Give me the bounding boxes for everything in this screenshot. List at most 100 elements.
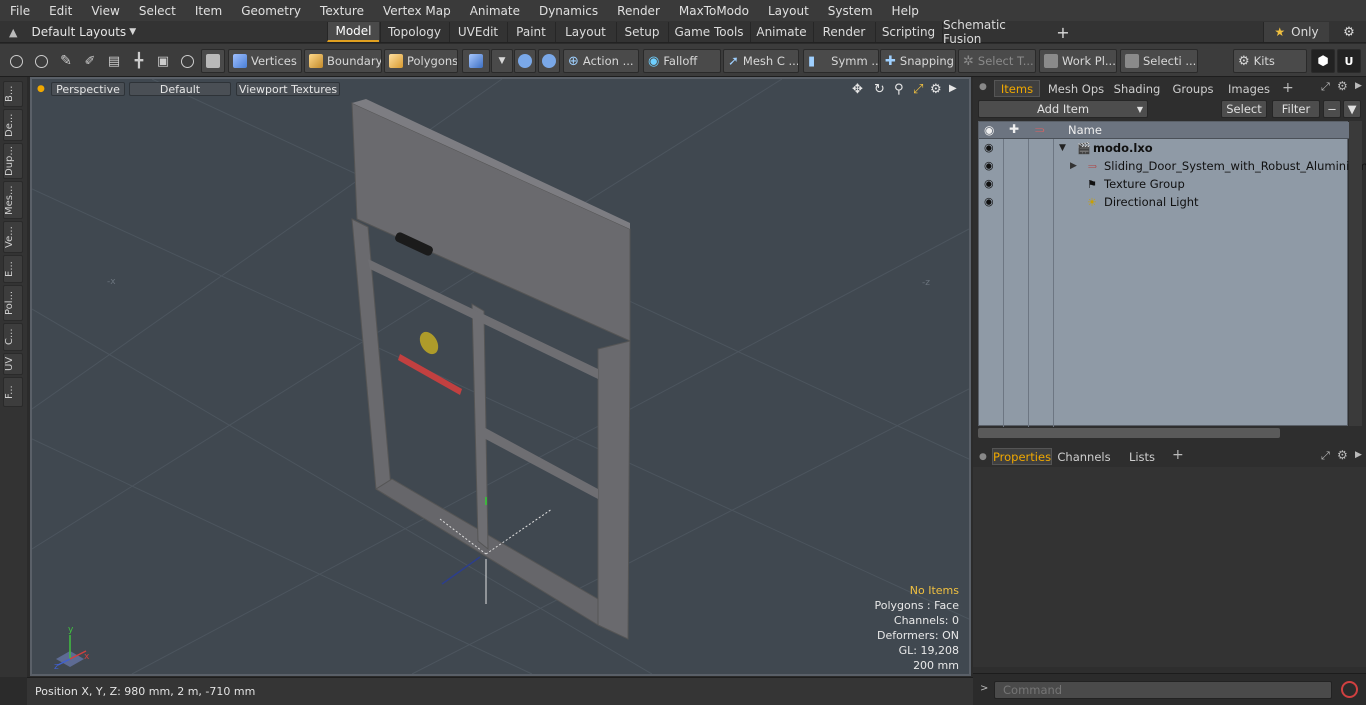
properties-gear-icon[interactable]: ⚙ (1337, 448, 1348, 462)
panel-gear-icon[interactable]: ⚙ (1337, 79, 1348, 93)
globe-icon[interactable] (30, 49, 52, 73)
boundary-button[interactable]: Boundary (304, 49, 382, 73)
horizontal-scrollbar[interactable] (978, 428, 1280, 438)
funnel-icon[interactable]: ▼ (1343, 100, 1361, 118)
view-textures-dropdown[interactable]: Viewport Textures (236, 82, 340, 96)
tab-model[interactable]: Model (327, 22, 379, 42)
brush-icon[interactable]: ✐ (79, 49, 101, 73)
view-perspective-dropdown[interactable]: Perspective (51, 82, 125, 96)
tab-uvedit[interactable]: UVEdit (449, 22, 506, 42)
list-item-scene[interactable]: ◉ ▼ 🎬 modo.lxo (979, 139, 1349, 157)
viewport-settings-icon[interactable]: ⚙ (930, 82, 942, 97)
panel-maximize-icon[interactable]: ⤢ (1321, 80, 1330, 94)
list-item-directional-light[interactable]: ◉ ☀ Directional Light (979, 193, 1349, 211)
menu-layout[interactable]: Layout (758, 4, 818, 18)
tab-game-tools[interactable]: Game Tools (668, 22, 749, 42)
circle-select-icon[interactable] (5, 49, 27, 73)
tab-lists[interactable]: Lists (1119, 448, 1165, 465)
tab-properties[interactable]: Properties (992, 448, 1052, 465)
viewport-menu-dot-icon[interactable]: ● (37, 84, 45, 94)
tab-paint[interactable]: Paint (507, 22, 554, 42)
left-tab-duplicate[interactable]: Dup... (3, 143, 23, 179)
align-icon[interactable]: ▤ (103, 49, 125, 73)
panel-menu-dot-icon[interactable]: ● (979, 82, 987, 92)
menu-edit[interactable]: Edit (39, 4, 81, 18)
tab-images[interactable]: Images (1222, 80, 1276, 97)
left-tab-basic[interactable]: B... (3, 81, 23, 107)
tab-animate[interactable]: Animate (750, 22, 812, 42)
eye-icon[interactable]: ◉ (984, 178, 998, 189)
tab-channels[interactable]: Channels (1055, 448, 1113, 465)
falloff-button[interactable]: ◉ Falloff (643, 49, 721, 73)
menu-system[interactable]: System (818, 4, 882, 18)
collapse-arrow-icon[interactable]: ▶ (1070, 161, 1077, 171)
zoom-view-icon[interactable]: ⚲ (894, 82, 904, 97)
select-through-button[interactable]: ✲ Select T... (958, 49, 1036, 73)
tab-groups[interactable]: Groups (1166, 80, 1220, 97)
rotate-view-icon[interactable]: ↻ (874, 82, 885, 97)
collapse-arrow-icon[interactable]: ▲ (9, 26, 17, 39)
left-tab-vertex[interactable]: Ve... (3, 221, 23, 253)
add-panel-tab-icon[interactable]: + (1282, 80, 1294, 96)
only-toggle[interactable]: ★ Only (1263, 22, 1329, 42)
left-tab-mesh-edit[interactable]: Mes... (3, 181, 23, 219)
menu-geometry[interactable]: Geometry (231, 4, 310, 18)
layouts-dropdown[interactable]: ▲ Default Layouts ▼ (0, 21, 136, 43)
action-center-button[interactable]: ⊕ Action ... (563, 49, 639, 73)
tab-topology[interactable]: Topology (380, 22, 448, 42)
menu-help[interactable]: Help (882, 4, 928, 18)
polygons-button[interactable]: Polygons (384, 49, 458, 73)
properties-expand-icon[interactable]: ▶ (1355, 450, 1362, 460)
menu-texture[interactable]: Texture (310, 4, 373, 18)
menu-dynamics[interactable]: Dynamics (529, 4, 607, 18)
list-item-texture-group[interactable]: ◉ ⚑ Texture Group (979, 175, 1349, 193)
properties-maximize-icon[interactable]: ⤢ (1321, 449, 1330, 463)
select-button[interactable]: Select (1221, 100, 1267, 118)
command-input[interactable] (994, 681, 1332, 699)
item-mode-icon[interactable] (462, 49, 490, 73)
viewport-expand-icon[interactable]: ▶ (949, 83, 957, 94)
left-tab-edge[interactable]: E... (3, 255, 23, 283)
tab-shading[interactable]: Shading (1110, 80, 1164, 97)
frame-icon[interactable]: ▣ (152, 49, 174, 73)
eye-icon[interactable]: ◉ (984, 196, 998, 207)
properties-menu-dot-icon[interactable]: ● (979, 452, 987, 462)
left-tab-polygon[interactable]: Pol... (3, 285, 23, 321)
menu-select[interactable]: Select (129, 4, 185, 18)
work-plane-button[interactable]: Work Pl... (1039, 49, 1117, 73)
menu-vertex-map[interactable]: Vertex Map (373, 4, 460, 18)
panel-expand-icon[interactable]: ▶ (1355, 81, 1362, 91)
list-item-mesh[interactable]: ◉ ▶ ⥰ Sliding_Door_System_with_Robust_Al… (979, 157, 1366, 175)
record-icon[interactable] (1341, 681, 1358, 698)
mesh-constraints-button[interactable]: ➚ Mesh C ... (723, 49, 799, 73)
filter-button[interactable]: Filter (1272, 100, 1320, 118)
expand-arrow-icon[interactable]: ▼ (1059, 143, 1066, 153)
left-tab-fusion[interactable]: F... (3, 377, 23, 407)
mode-chevron-icon[interactable]: ▼ (491, 49, 513, 73)
solid-shade-icon[interactable] (201, 49, 225, 73)
3d-viewport[interactable]: -x -z y x z ● Perspective Default Viewpo… (30, 77, 971, 676)
tab-items[interactable]: Items (994, 80, 1040, 97)
left-tab-curve[interactable]: C... (3, 323, 23, 351)
clock-icon[interactable] (176, 49, 198, 73)
kits-button[interactable]: ⚙ Kits (1233, 49, 1307, 73)
tab-schematic-fusion[interactable]: Schematic Fusion (942, 18, 1047, 46)
add-item-button[interactable]: Add Item ▼ (978, 100, 1148, 118)
add-properties-tab-icon[interactable]: + (1172, 447, 1184, 463)
eye-icon[interactable]: ◉ (984, 142, 998, 153)
menu-render[interactable]: Render (607, 4, 669, 18)
tab-mesh-ops[interactable]: Mesh Ops (1045, 80, 1107, 97)
tab-setup[interactable]: Setup (616, 22, 667, 42)
vertical-scrollbar[interactable] (1349, 121, 1362, 426)
menu-file[interactable]: File (0, 4, 39, 18)
left-tab-uv[interactable]: UV (3, 353, 23, 375)
menu-view[interactable]: View (81, 4, 128, 18)
snapping-button[interactable]: ✚ Snapping (880, 49, 956, 73)
collapse-all-icon[interactable]: − (1323, 100, 1341, 118)
eye-icon[interactable]: ◉ (984, 160, 998, 171)
menu-maxtomodo[interactable]: MaxToModo (669, 4, 758, 18)
unreal-icon[interactable]: U (1337, 49, 1361, 73)
pivot-icon[interactable] (538, 49, 560, 73)
selection-sets-button[interactable]: Selecti ... (1120, 49, 1198, 73)
view-shading-dropdown[interactable]: Default (129, 82, 231, 96)
